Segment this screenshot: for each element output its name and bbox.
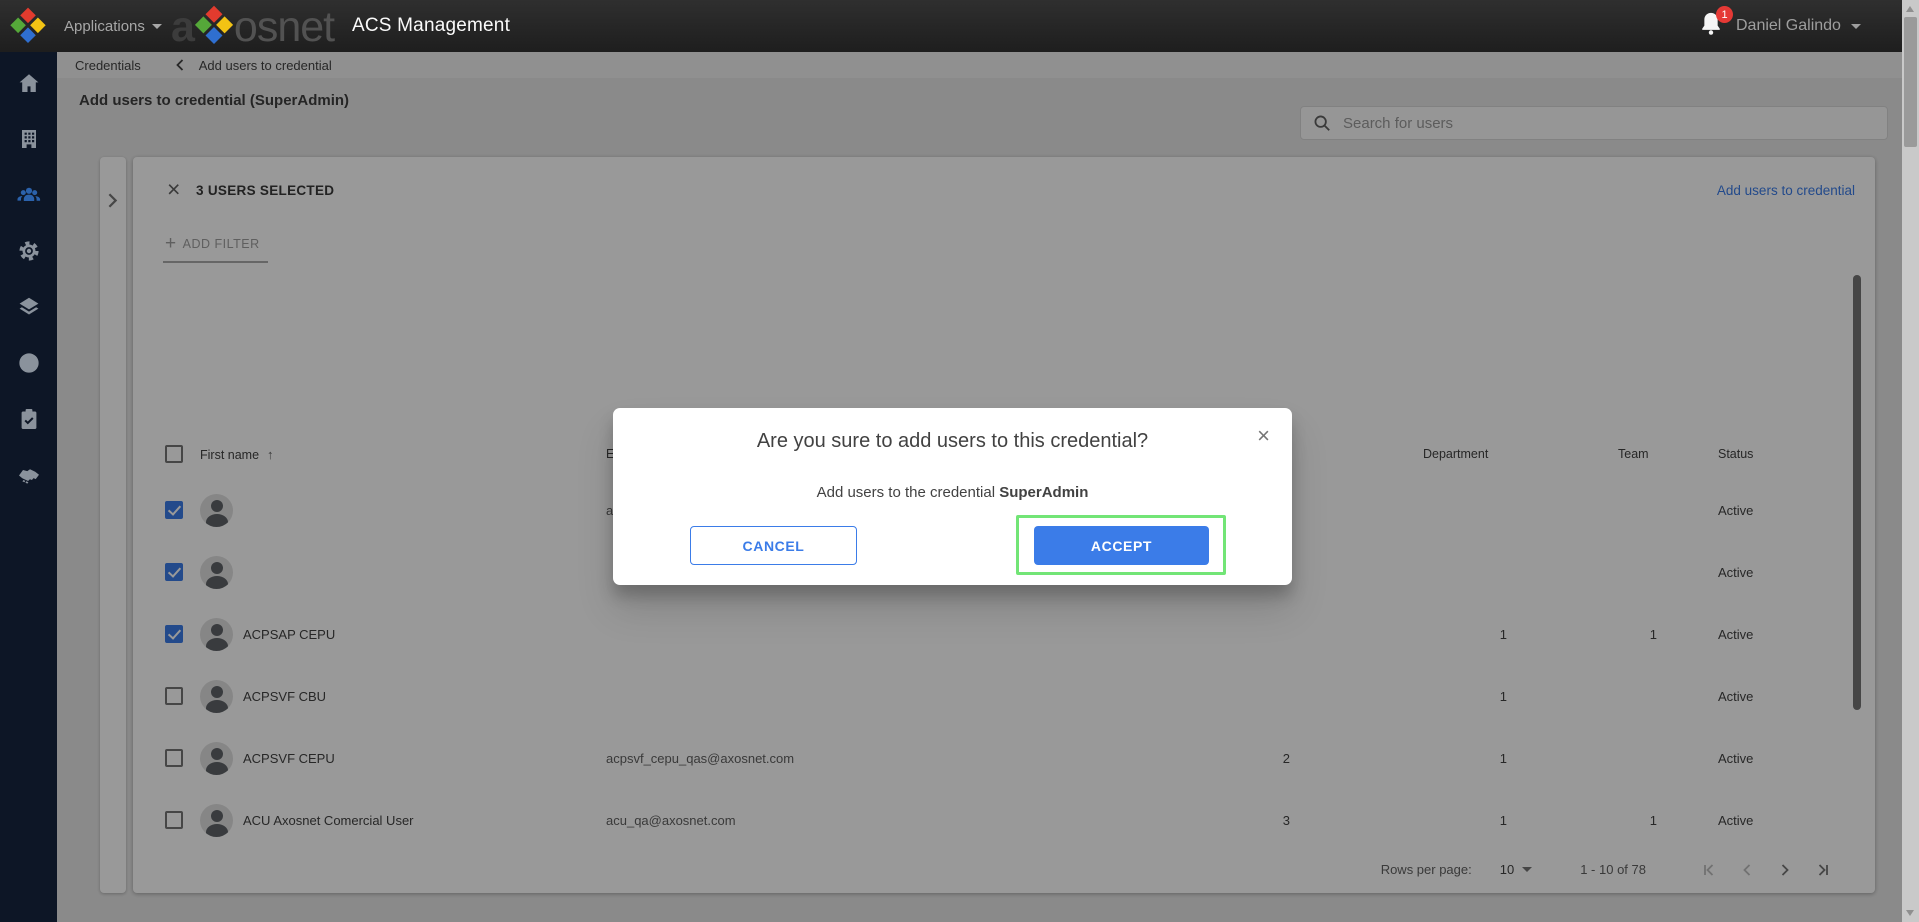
confirm-dialog: Are you sure to add users to this creden… xyxy=(613,408,1292,585)
chevron-down-icon xyxy=(1851,24,1861,29)
home-icon[interactable] xyxy=(16,70,41,95)
scroll-up-arrow-icon[interactable] xyxy=(1906,6,1914,12)
globe-icon[interactable] xyxy=(16,350,41,375)
dialog-title: Are you sure to add users to this creden… xyxy=(613,430,1292,453)
notifications-button[interactable]: 1 xyxy=(1697,9,1731,45)
browser-scrollbar[interactable] xyxy=(1902,0,1919,922)
dialog-credential-name: SuperAdmin xyxy=(999,484,1088,501)
chevron-down-icon xyxy=(152,24,162,29)
sidebar-nav xyxy=(0,52,57,922)
cancel-button[interactable]: CANCEL xyxy=(690,526,857,565)
layers-icon[interactable] xyxy=(16,294,41,319)
clipboard-check-icon[interactable] xyxy=(16,406,41,431)
dialog-message: Add users to the credential SuperAdmin xyxy=(613,484,1292,501)
wordmark-rest: osnet xyxy=(234,3,334,52)
users-icon[interactable] xyxy=(16,182,41,207)
accept-button[interactable]: ACCEPT xyxy=(1034,526,1209,565)
user-menu[interactable]: Daniel Galindo xyxy=(1736,0,1861,52)
axosnet-logo-icon xyxy=(10,8,47,45)
dialog-message-text: Add users to the credential xyxy=(817,484,1000,501)
scrollbar-thumb[interactable] xyxy=(1904,17,1917,147)
axosnet-wordmark: a osnet xyxy=(171,1,334,53)
wordmark-a: a xyxy=(171,3,194,52)
close-icon[interactable]: × xyxy=(1257,425,1270,447)
applications-menu-label: Applications xyxy=(64,18,145,35)
settings-gear-icon[interactable] xyxy=(16,238,41,263)
building-icon[interactable] xyxy=(16,126,41,151)
handshake-icon[interactable] xyxy=(16,462,41,487)
notification-badge: 1 xyxy=(1716,6,1733,23)
user-name: Daniel Galindo xyxy=(1736,17,1841,35)
applications-menu[interactable]: Applications xyxy=(64,0,162,52)
axosnet-x-icon xyxy=(193,6,235,48)
app-window: Applications a osnet ACS Management 1 Da… xyxy=(0,0,1919,922)
app-title: ACS Management xyxy=(352,0,510,52)
scroll-down-arrow-icon[interactable] xyxy=(1906,910,1914,916)
top-bar: Applications a osnet ACS Management 1 Da… xyxy=(0,0,1919,52)
